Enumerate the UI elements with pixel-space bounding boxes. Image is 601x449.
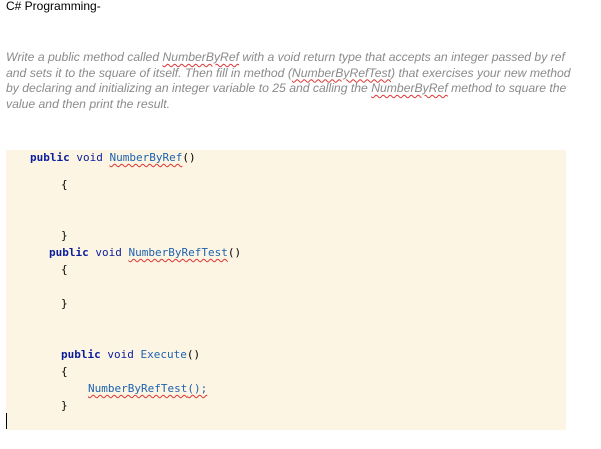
assignment-instructions: Write a public method called NumberByRef… [6,50,578,112]
method-ref-numberbyref: NumberByRef [162,50,240,64]
code-keyword: public [49,246,89,259]
code-open-brace: { [61,178,68,191]
code-close-brace: } [61,229,68,242]
instructions-text-1: Write a public method called [6,50,163,64]
code-keyword: void [107,348,134,361]
code-punct: () [182,151,196,164]
method-ref-numberbyreftest: NumberByRefTest [291,65,392,80]
code-method-name: NumberByRef [109,151,183,164]
code-punct: () [186,348,201,361]
code-method-name: NumberByRefTest [128,246,228,259]
code-line-call: NumberByRefTest(); [88,382,207,395]
code-line-method2-signature: public void NumberByRefTest() [49,246,241,259]
text-cursor [6,413,7,429]
code-keyword: public [30,151,70,164]
code-punct: () [227,246,242,259]
code-line-method3-signature: public void Execute() [61,348,200,361]
method-ref-numberbyref-2: NumberByRef [371,81,448,95]
code-keyword: void [76,151,103,164]
code-open-brace: { [61,263,68,276]
code-keyword: public [61,348,101,361]
code-keyword: void [95,246,122,259]
code-punct: (); [187,382,208,395]
code-block: public void NumberByRef() { } public voi… [6,150,566,430]
code-open-brace: { [61,365,68,378]
code-close-brace: } [61,399,68,412]
code-line-method1-signature: public void NumberByRef() [30,151,196,164]
code-method-call: NumberByRefTest [88,382,188,395]
code-method-name: Execute [140,348,187,361]
document-title: C# Programming- [6,0,101,13]
code-close-brace: } [61,297,68,310]
